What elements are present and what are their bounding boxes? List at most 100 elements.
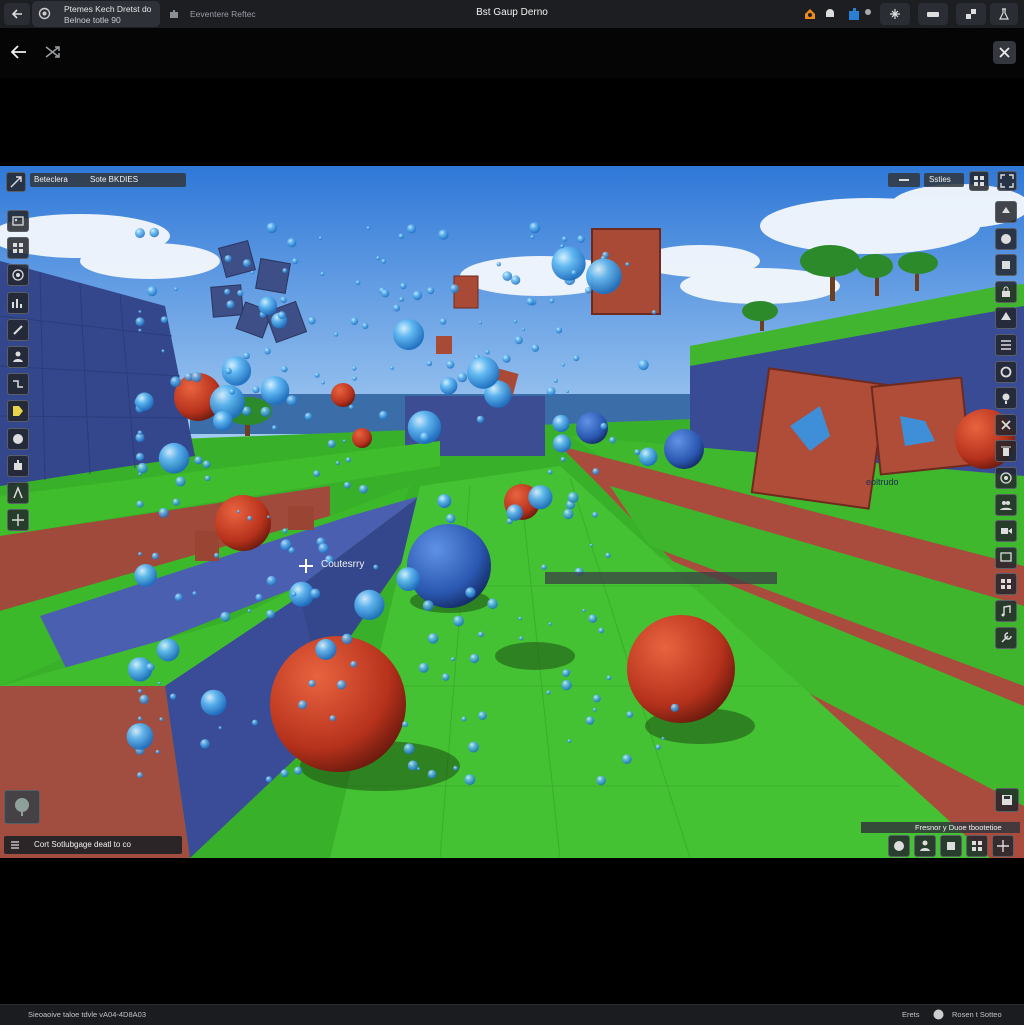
arrow-left-icon[interactable] xyxy=(10,44,28,60)
right-tool-button-12[interactable] xyxy=(995,493,1017,516)
bottom-left-status[interactable]: Cort Sotlubgage deatl to co xyxy=(4,836,182,854)
game-viewport[interactable]: Beteclera Sote BKDIES Ssties Coutesrry e… xyxy=(0,166,1024,858)
right-tool-button-1[interactable] xyxy=(995,201,1017,223)
right-tool-button-9[interactable] xyxy=(995,413,1017,436)
left-tool-button-6[interactable] xyxy=(7,346,29,368)
up-icon xyxy=(1002,207,1010,213)
shuffle-icon[interactable] xyxy=(44,44,61,60)
target-icon xyxy=(1000,472,1012,484)
scene-settings-button[interactable] xyxy=(995,788,1019,812)
left-tool-button-4[interactable] xyxy=(7,291,29,314)
page-title: Bst Gaup Derno xyxy=(476,7,548,18)
right-tool-button-8[interactable] xyxy=(995,387,1017,410)
bubble xyxy=(585,716,595,725)
left-tool-button-1[interactable] xyxy=(7,210,29,232)
bubble xyxy=(582,608,586,613)
bubble xyxy=(237,289,244,297)
home-icon[interactable] xyxy=(803,7,817,21)
bubble xyxy=(137,772,143,779)
puzzle-icon[interactable] xyxy=(846,6,862,22)
bottom-tool-button-2[interactable] xyxy=(914,835,936,857)
game-scene[interactable] xyxy=(0,166,1024,858)
bubble xyxy=(272,425,277,431)
bubble xyxy=(661,736,665,741)
right-tool-button-15[interactable] xyxy=(995,573,1017,596)
left-tool-button-12[interactable] xyxy=(7,509,29,532)
viewport-settings-button[interactable]: Ssties xyxy=(924,173,964,187)
bubble xyxy=(567,492,579,503)
close-button[interactable] xyxy=(993,41,1016,64)
viewport-info-bar[interactable]: Beteclera Sote BKDIES xyxy=(30,173,186,187)
bubble xyxy=(137,716,143,721)
bubble xyxy=(598,627,605,634)
right-tool-button-3[interactable] xyxy=(995,254,1017,277)
bubble xyxy=(225,367,232,375)
bubble xyxy=(336,680,347,690)
right-tool-button-5[interactable] xyxy=(995,307,1017,330)
right-tool-button-4[interactable] xyxy=(995,280,1017,303)
bubble xyxy=(487,598,498,610)
tab-inactive-title: Eeventere Reftec xyxy=(190,9,256,19)
bubble xyxy=(161,349,165,353)
viewport-label-1: Beteclera xyxy=(34,175,68,184)
lock-icon xyxy=(1002,286,1010,297)
profile-icon[interactable] xyxy=(864,8,872,16)
right-tool-button-17[interactable] xyxy=(995,626,1017,649)
right-tool-button-11[interactable] xyxy=(995,467,1017,489)
bubble xyxy=(546,386,556,396)
status-left: Sieoaoive taloe tdvle vA04-4D8A03 xyxy=(28,1010,146,1019)
chat-icon xyxy=(1000,552,1012,562)
bubble xyxy=(442,673,450,681)
bubble xyxy=(510,275,521,285)
bubble xyxy=(329,715,336,722)
bubble xyxy=(174,593,183,602)
tab-active[interactable]: Ptemes Kech Dretst do Belnoe totle 90 xyxy=(32,1,160,27)
layout-button[interactable] xyxy=(969,171,989,191)
bubble xyxy=(577,235,585,243)
left-tool-button-10[interactable] xyxy=(7,454,29,477)
right-tool-button-13[interactable] xyxy=(995,520,1017,543)
bubble xyxy=(390,366,394,370)
bubble xyxy=(280,539,292,551)
thumbnail-button[interactable] xyxy=(4,790,40,824)
left-tool-button-7[interactable] xyxy=(7,373,29,396)
blocks-icon xyxy=(966,9,976,19)
bottom-tool-button-4[interactable] xyxy=(966,835,988,857)
bubble xyxy=(321,380,325,385)
viewport-button-a[interactable] xyxy=(888,173,920,187)
right-tool-button-14[interactable] xyxy=(995,546,1017,569)
toolbar-button-4[interactable] xyxy=(990,3,1018,25)
bubble xyxy=(237,510,241,514)
toolbar-button-3[interactable] xyxy=(956,3,986,25)
bubble xyxy=(381,258,387,264)
left-tool-button-8[interactable] xyxy=(7,400,29,423)
bubble xyxy=(465,587,476,598)
bottom-tool-button-5[interactable] xyxy=(992,835,1014,857)
right-tool-button-10[interactable] xyxy=(995,440,1017,463)
left-tool-button-3[interactable] xyxy=(7,264,29,287)
toolbar-button-2[interactable] xyxy=(918,3,948,25)
right-tool-button-6[interactable] xyxy=(995,334,1017,356)
right-tool-button-2[interactable] xyxy=(995,227,1017,250)
tab-inactive[interactable]: Eeventere Reftec xyxy=(166,4,286,24)
bubble xyxy=(373,564,379,570)
grid-icon xyxy=(13,243,23,254)
bell-icon[interactable] xyxy=(824,7,836,21)
back-button[interactable] xyxy=(4,3,30,25)
toolbar-button-1[interactable] xyxy=(880,3,910,25)
right-tool-button-7[interactable] xyxy=(995,360,1017,383)
bubble xyxy=(547,469,553,475)
fullscreen-button[interactable] xyxy=(997,171,1017,191)
bottom-tool-button-3[interactable] xyxy=(940,835,962,857)
bubble xyxy=(224,255,232,263)
bubble xyxy=(202,460,211,469)
left-tool-button-11[interactable] xyxy=(7,482,29,504)
bottom-tool-button-1[interactable] xyxy=(888,835,910,857)
viewport-menu-button[interactable] xyxy=(6,172,26,192)
bubble xyxy=(464,774,476,785)
left-tool-button-2[interactable] xyxy=(7,237,29,260)
bubble xyxy=(350,317,359,325)
right-tool-button-16[interactable] xyxy=(995,600,1017,622)
left-tool-button-5[interactable] xyxy=(7,318,29,341)
left-tool-button-9[interactable] xyxy=(7,427,29,450)
